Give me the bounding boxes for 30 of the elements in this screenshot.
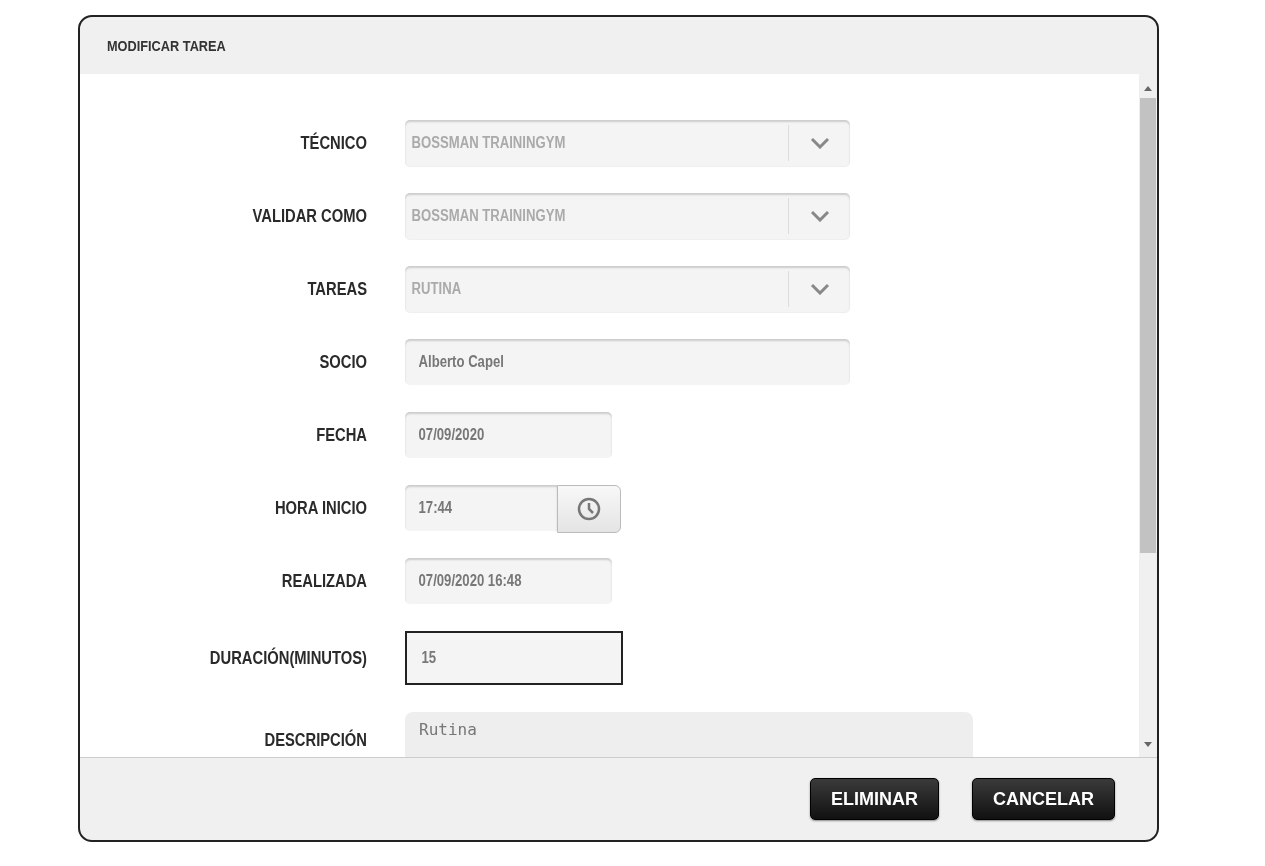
input-field[interactable]: 07/09/2020 <box>405 412 612 458</box>
field-label: HORA INICIO <box>273 497 367 519</box>
dropdown[interactable]: RUTINA <box>405 266 850 312</box>
input-field[interactable]: 07/09/2020 16:48 <box>405 558 612 604</box>
chevron-down-icon <box>809 210 830 222</box>
clock-button[interactable] <box>557 485 621 533</box>
field-label: SOCIO <box>318 351 367 373</box>
dialog-button[interactable]: ELIMINAR <box>810 778 939 820</box>
field-label: TÉCNICO <box>299 132 367 154</box>
text-area[interactable]: Rutina <box>405 712 973 757</box>
scrollbar[interactable] <box>1139 74 1157 757</box>
dropdown[interactable]: BOSSMAN TRAININGYM <box>405 193 850 239</box>
chevron-down-icon <box>809 283 830 295</box>
field-label: TAREAS <box>306 278 367 300</box>
chevron-down-icon <box>809 137 830 149</box>
input-field[interactable]: 17:44 <box>405 485 557 531</box>
input-field[interactable]: 15 <box>405 631 623 685</box>
scroll-thumb[interactable] <box>1140 98 1156 553</box>
field-label: DURACIÓN(MINUTOS) <box>208 647 367 669</box>
field-label: VALIDAR COMO <box>251 205 367 227</box>
dialog-title: MODIFICAR TAREA <box>107 37 226 54</box>
scroll-down-icon[interactable] <box>1143 741 1153 749</box>
dropdown[interactable]: BOSSMAN TRAININGYM <box>405 120 850 166</box>
field-label: REALIZADA <box>280 570 367 592</box>
input-field[interactable]: Alberto Capel <box>405 339 850 385</box>
field-label: DESCRIPCIÓN <box>263 730 367 751</box>
scroll-up-icon[interactable] <box>1143 84 1153 92</box>
clock-icon <box>577 497 601 521</box>
dialog-button[interactable]: CANCELAR <box>972 778 1115 820</box>
field-label: FECHA <box>315 424 367 446</box>
